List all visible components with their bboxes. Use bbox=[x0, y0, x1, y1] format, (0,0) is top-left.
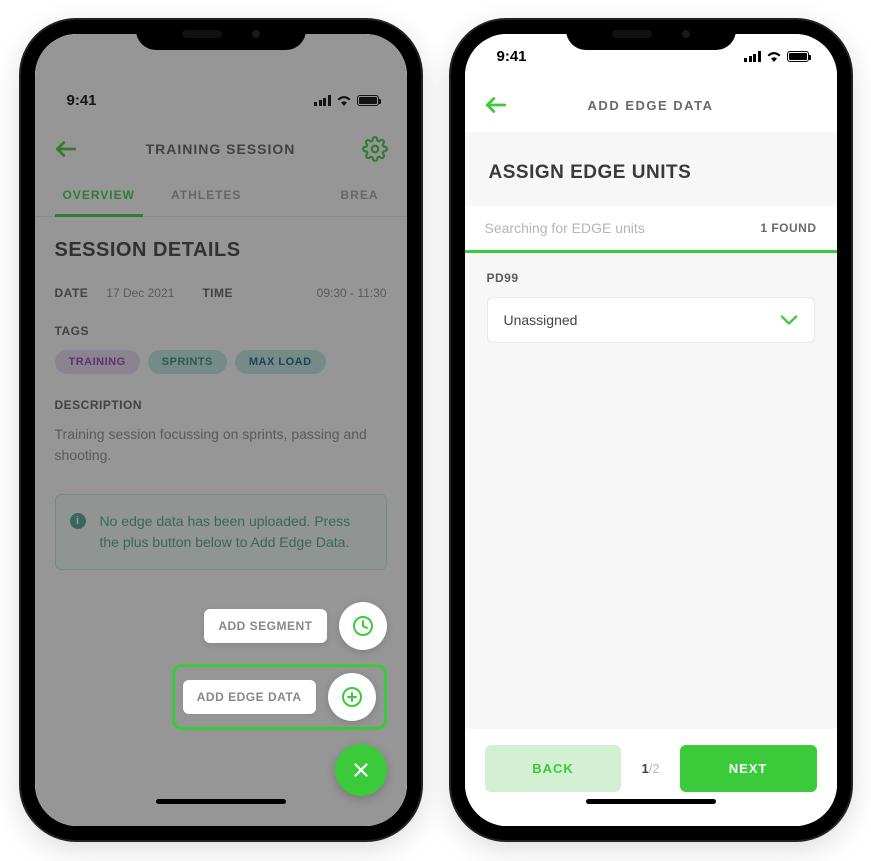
step-indicator: 1/2 bbox=[641, 761, 659, 776]
fab-close-button[interactable] bbox=[335, 744, 387, 796]
fab-add-edge-data-highlight: ADD EDGE DATA bbox=[172, 664, 387, 730]
unit-assignment-dropdown[interactable]: Unassigned bbox=[487, 297, 815, 343]
wifi-icon bbox=[766, 50, 782, 62]
add-edge-data-label[interactable]: ADD EDGE DATA bbox=[183, 680, 316, 714]
footer-nav: BACK 1/2 NEXT bbox=[465, 729, 837, 826]
clock-icon bbox=[351, 614, 375, 638]
back-button[interactable]: BACK bbox=[485, 745, 622, 792]
add-edge-data-button[interactable] bbox=[328, 673, 376, 721]
page-title: ADD EDGE DATA bbox=[465, 98, 837, 113]
add-segment-label[interactable]: ADD SEGMENT bbox=[204, 609, 326, 643]
dropdown-value: Unassigned bbox=[504, 312, 578, 328]
next-button[interactable]: NEXT bbox=[680, 745, 817, 792]
status-time: 9:41 bbox=[497, 48, 527, 65]
status-bar: 9:41 bbox=[465, 34, 837, 78]
chevron-down-icon bbox=[780, 314, 798, 326]
section-title: ASSIGN EDGE UNITS bbox=[489, 162, 813, 184]
fab-add-segment-row: ADD SEGMENT bbox=[204, 602, 386, 650]
close-icon bbox=[350, 759, 372, 781]
signal-icon bbox=[744, 51, 761, 62]
battery-icon bbox=[787, 51, 809, 62]
search-found-count: 1 FOUND bbox=[760, 221, 816, 235]
status-icons bbox=[744, 50, 809, 62]
add-segment-button[interactable] bbox=[339, 602, 387, 650]
plus-circle-icon bbox=[340, 685, 364, 709]
back-arrow-icon[interactable] bbox=[483, 92, 509, 118]
page-header: ADD EDGE DATA bbox=[465, 78, 837, 132]
home-indicator bbox=[586, 799, 716, 804]
search-status-text: Searching for EDGE units bbox=[485, 220, 645, 236]
unit-id-label: PD99 bbox=[487, 271, 815, 285]
home-indicator bbox=[156, 799, 286, 804]
search-status-bar: Searching for EDGE units 1 FOUND bbox=[465, 206, 837, 253]
